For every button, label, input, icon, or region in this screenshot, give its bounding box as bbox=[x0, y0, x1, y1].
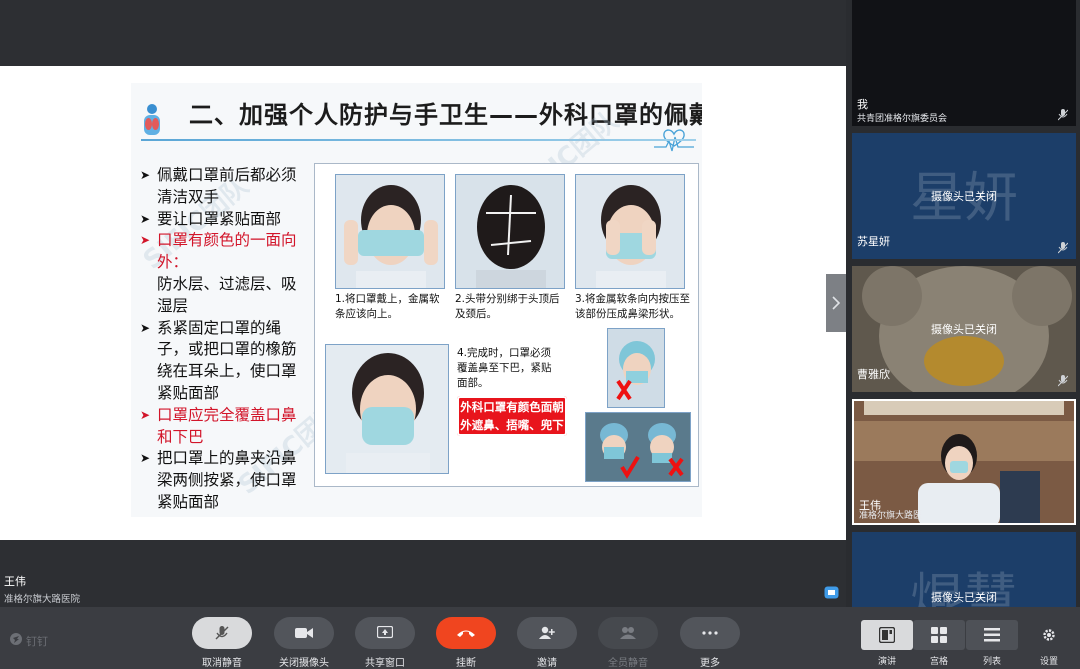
next-slide-button[interactable] bbox=[826, 274, 846, 332]
video-tile-participant[interactable]: 星妍 摄像头已关闭 苏星妍 bbox=[852, 133, 1076, 259]
anatomy-icon bbox=[144, 104, 160, 135]
video-tile-participant[interactable]: 摄像头已关闭 曹雅欣 bbox=[852, 266, 1076, 392]
add-user-icon bbox=[539, 626, 555, 639]
invite-label: 邀请 bbox=[537, 658, 557, 669]
step3-caption: 3.将金属软条向内按压至该部份压成鼻梁形状。 bbox=[575, 293, 691, 320]
participant-name: 曹雅欣 bbox=[857, 368, 890, 381]
grid-view-button[interactable] bbox=[913, 620, 965, 650]
bullet-item: ➤ 系紧固定口罩的绳子，或把口罩的橡筋绕在耳朵上，使口罩紧贴面部 bbox=[140, 318, 297, 402]
phone-hangup-icon bbox=[457, 630, 475, 637]
video-tile-speaking[interactable]: 王伟 准格尔旗大路医 bbox=[852, 399, 1076, 525]
invite-button[interactable] bbox=[517, 617, 577, 649]
mic-muted-icon bbox=[215, 626, 229, 640]
step1-photo bbox=[335, 174, 445, 289]
speaker-name: 王伟 bbox=[4, 575, 26, 588]
participant-org: 准格尔旗大路医 bbox=[859, 511, 923, 521]
chat-icon[interactable] bbox=[824, 586, 839, 601]
arrow-icon: ➤ bbox=[140, 451, 151, 466]
mic-muted-icon bbox=[1058, 242, 1068, 254]
participant-name: 苏星妍 bbox=[857, 235, 890, 248]
mute-all-button[interactable] bbox=[598, 617, 658, 649]
step3-photo bbox=[575, 174, 685, 289]
grid-layout-icon bbox=[931, 627, 947, 643]
share-window-button[interactable] bbox=[355, 617, 415, 649]
chevron-right-icon bbox=[832, 296, 841, 310]
bullet-list: ➤ 佩戴口罩前后都必须清洁双手 ➤ 要让口罩紧贴面部 ➤ 口罩有颜色的一面向外： 防水… bbox=[139, 165, 309, 514]
share-screen-icon bbox=[377, 626, 393, 639]
speaker-org: 准格尔旗大路医院 bbox=[4, 594, 81, 605]
step1-caption: 1.将口罩戴上，金属软条应该向上。 bbox=[335, 293, 440, 320]
mute-all-icon bbox=[620, 627, 636, 639]
mic-muted-icon bbox=[1058, 109, 1068, 121]
bullet-item: ➤ 把口罩上的鼻夹沿鼻梁两侧按紧，使口罩紧贴面部 bbox=[140, 449, 297, 511]
arrow-icon: ➤ bbox=[140, 168, 151, 182]
presentation-slide: 二、加强个人防护与手卫生——外科口罩的佩戴 SIFIC团队 SIFIC团队 SI… bbox=[131, 83, 702, 517]
arrow-icon: ➤ bbox=[140, 407, 151, 422]
bullet-item: ➤ 佩戴口罩前后都必须清洁双手 bbox=[140, 166, 297, 206]
bullet-item: ➤ 要让口罩紧贴面部 bbox=[139, 209, 309, 231]
video-tile-self[interactable]: 我 共青团准格尔旗委员会 bbox=[852, 0, 1076, 126]
comparison-photo bbox=[585, 412, 691, 482]
unmute-label: 取消静音 bbox=[202, 658, 242, 669]
camera-off-label: 摄像头已关闭 bbox=[931, 323, 997, 336]
list-view-label: 列表 bbox=[982, 657, 1001, 667]
main-stage: 二、加强个人防护与手卫生——外科口罩的佩戴 SIFIC团队 SIFIC团队 SI… bbox=[0, 0, 846, 607]
step2-photo bbox=[455, 174, 565, 289]
meeting-toolbar: 钉钉 取消静音 关闭摄像头 共享窗口 挂断 邀请 全员静音 更多 演讲 宫格 列… bbox=[0, 607, 1080, 669]
bullet-item: ➤ 口罩应完全覆盖口鼻和下巴 bbox=[140, 405, 297, 446]
arrow-icon: ➤ bbox=[140, 211, 151, 226]
bullet-continuation: 防水层、过滤层、吸湿层 bbox=[157, 274, 297, 315]
camera-off-label: 摄像头已关闭 bbox=[931, 190, 997, 203]
share-window-label: 共享窗口 bbox=[365, 658, 405, 669]
camera-feed bbox=[854, 401, 1074, 523]
camera-off-label: 关闭摄像头 bbox=[279, 658, 329, 669]
instruction-panel: 1.将口罩戴上，金属软条应该向上。 2.头带分别绑于头顶后及颈后。 3.将金属软… bbox=[314, 163, 699, 487]
meeting-window: 二、加强个人防护与手卫生——外科口罩的佩戴 SIFIC团队 SIFIC团队 SI… bbox=[0, 0, 1080, 669]
hangup-label: 挂断 bbox=[456, 658, 476, 669]
unmute-button[interactable] bbox=[192, 617, 252, 649]
list-view-button[interactable] bbox=[966, 620, 1018, 650]
slide-title: 二、加强个人防护与手卫生——外科口罩的佩戴 bbox=[189, 101, 702, 129]
video-tile-participant[interactable]: 焜慧 摄像头已关闭 bbox=[852, 532, 1076, 607]
more-dots-icon bbox=[702, 631, 718, 635]
step4-caption: 4.完成时，口罩必须覆盖鼻至下巴，紧贴面部。 bbox=[457, 347, 552, 389]
camera-off-label: 摄像头已关闭 bbox=[931, 591, 997, 604]
gear-icon[interactable] bbox=[1042, 628, 1056, 642]
video-camera-icon bbox=[295, 628, 313, 638]
arrow-icon: ➤ bbox=[140, 233, 151, 248]
mic-muted-icon bbox=[1058, 375, 1068, 387]
speaker-layout-icon bbox=[879, 627, 895, 643]
app-brand: 钉钉 bbox=[26, 635, 48, 648]
step2-caption: 2.头带分别绑于头顶后及颈后。 bbox=[455, 293, 560, 320]
dingtalk-logo-icon bbox=[10, 633, 22, 645]
camera-off-button[interactable] bbox=[274, 617, 334, 649]
speaker-view-button[interactable] bbox=[861, 620, 913, 650]
hangup-button[interactable] bbox=[436, 617, 496, 649]
incorrect-wear-photo bbox=[607, 328, 665, 408]
bullet-item: ➤ 口罩有颜色的一面向外： bbox=[140, 231, 297, 272]
settings-label[interactable]: 设置 bbox=[1023, 654, 1075, 667]
warning-banner: 外科口罩有颜色面朝外遮鼻、捂嘴、兜下巴 bbox=[457, 396, 567, 450]
more-button[interactable] bbox=[680, 617, 740, 649]
arrow-icon: ➤ bbox=[140, 320, 151, 335]
speaker-view-label: 演讲 bbox=[877, 657, 896, 667]
mute-all-label: 全员静音 bbox=[608, 658, 648, 669]
step4-photo bbox=[325, 344, 449, 474]
active-speaker-label: 王伟 准格尔旗大路医院 bbox=[4, 573, 80, 605]
grid-view-label: 宫格 bbox=[929, 657, 948, 667]
list-layout-icon bbox=[984, 628, 1000, 642]
more-label: 更多 bbox=[700, 658, 720, 669]
